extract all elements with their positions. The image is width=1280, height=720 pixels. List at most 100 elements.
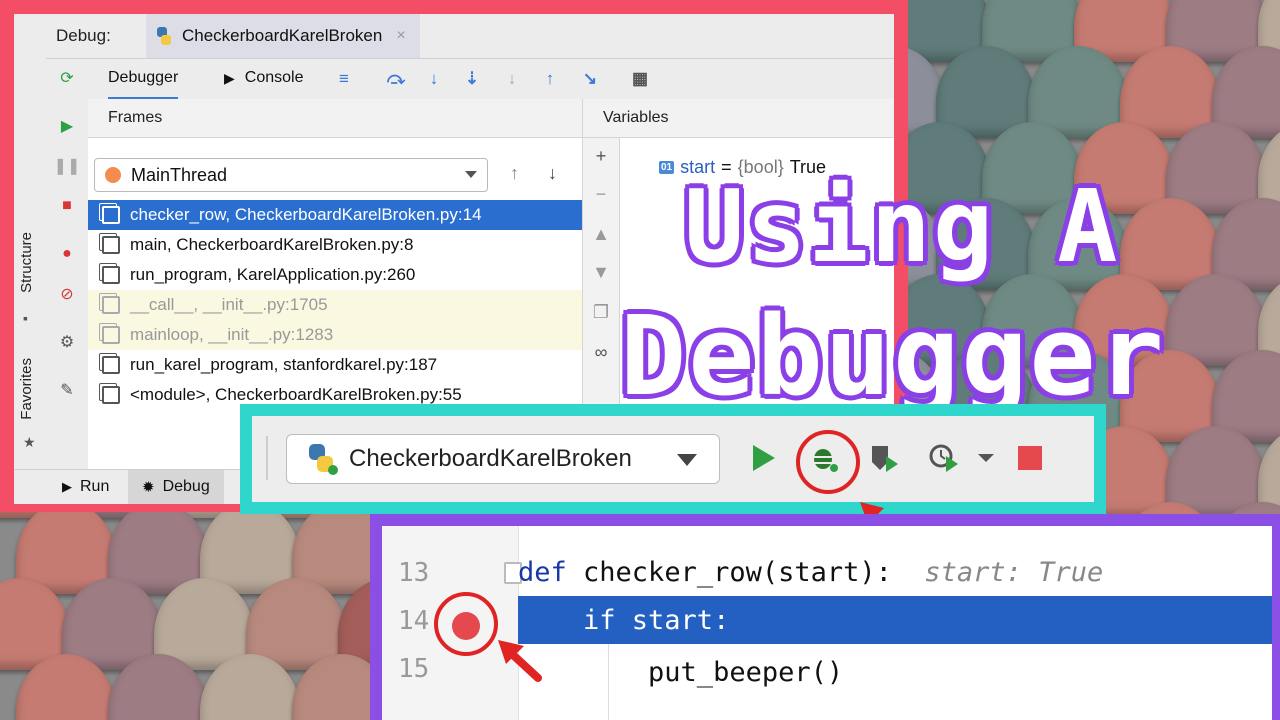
debug-button-highlight-circle: [796, 430, 860, 494]
step-over-icon[interactable]: ⤼: [384, 67, 408, 91]
code-editor-callout: 13 14 15 def checker_row(start): start: …: [370, 514, 1280, 720]
evaluate-expression-icon[interactable]: ▦: [628, 67, 652, 91]
code-text: put_beeper(): [518, 656, 844, 688]
run-configuration-select[interactable]: CheckerboardKarelBroken: [286, 434, 720, 484]
glasses-icon[interactable]: ∞: [591, 342, 611, 363]
step-out-icon[interactable]: ↑: [538, 67, 562, 91]
structure-tab[interactable]: Structure: [18, 232, 35, 293]
tab-run-label: Run: [80, 478, 110, 495]
move-down-icon[interactable]: ▼: [591, 262, 611, 283]
tab-debug-label: Debug: [162, 478, 210, 495]
line-number: 13: [398, 558, 430, 588]
debug-label: Debug:: [56, 26, 111, 45]
pin-icon[interactable]: ✎: [56, 379, 78, 401]
arrow-up-icon[interactable]: ↑: [510, 163, 519, 184]
frame-item[interactable]: run_program, KarelApplication.py:260: [88, 260, 582, 290]
frame-label: <module>, CheckerboardKarelBroken.py:55: [130, 385, 462, 404]
line-number: 15: [398, 654, 430, 684]
thread-status-icon: [105, 167, 121, 183]
indent-guide: [608, 644, 609, 720]
structure-icon: ▪: [23, 310, 28, 326]
step-into-icon[interactable]: ↓: [422, 67, 446, 91]
tab-debugger[interactable]: Debugger: [108, 59, 179, 100]
variables-header: Variables: [583, 99, 894, 138]
chevron-down-icon: [677, 454, 697, 466]
run-toolbar-callout: CheckerboardKarelBroken: [240, 404, 1106, 514]
frame-label: main, CheckerboardKarelBroken.py:8: [130, 235, 414, 254]
settings-gear-icon[interactable]: ⚙: [56, 331, 78, 353]
move-up-icon[interactable]: ▲: [591, 224, 611, 245]
debug-action-toolbar: ⟳ ▶ ❚❚ ■ ● ⊘ ⚙ ✎: [46, 59, 89, 470]
run-icon: ▶: [62, 479, 72, 494]
frame-icon: [102, 206, 120, 224]
add-watch-icon[interactable]: +: [591, 146, 611, 167]
coverage-icon: [872, 446, 898, 472]
chevron-down-icon: [465, 171, 477, 178]
bug-icon: ✹: [142, 479, 155, 496]
tab-console[interactable]: ▶ Console: [224, 59, 303, 97]
frame-label: __call__, __init__.py:1705: [130, 295, 328, 314]
frame-label: run_karel_program, stanfordkarel.py:187: [130, 355, 438, 374]
frame-icon: [102, 386, 120, 404]
stop-icon: [1018, 446, 1042, 470]
remove-watch-icon[interactable]: −: [591, 184, 611, 205]
console-icon: ▶: [224, 69, 235, 86]
run-button[interactable]: [748, 442, 780, 474]
arrow-down-icon[interactable]: ↓: [548, 163, 557, 184]
frame-item[interactable]: __call__, __init__.py:1705: [88, 290, 582, 320]
code-line[interactable]: put_beeper(): [518, 648, 1272, 696]
tab-debugger-label: Debugger: [108, 69, 179, 86]
toolbar-divider: [266, 436, 268, 480]
show-execution-point-icon[interactable]: ≡: [332, 67, 356, 91]
debug-titlebar: Debug: CheckerboardKarelBroken ×: [46, 14, 894, 59]
frame-icon: [102, 356, 120, 374]
run-to-cursor-icon[interactable]: ↘: [578, 67, 602, 91]
rerun-icon[interactable]: ⟳: [56, 67, 78, 89]
code-line[interactable]: def checker_row(start): start: True: [518, 548, 1272, 596]
chevron-down-icon: [978, 454, 994, 462]
frame-item[interactable]: checker_row, CheckerboardKarelBroken.py:…: [88, 200, 582, 230]
title-line-2: Debugger: [620, 292, 1166, 420]
run-toolbar: CheckerboardKarelBroken: [252, 416, 1094, 502]
view-breakpoints-icon[interactable]: ●: [56, 243, 78, 265]
breakpoint-highlight-circle: [434, 592, 498, 656]
frame-label: run_program, KarelApplication.py:260: [130, 265, 416, 284]
python-icon: [309, 444, 338, 475]
tab-run[interactable]: ▶ Run: [48, 470, 123, 504]
frame-label: mainloop, __init__.py:1283: [130, 325, 334, 344]
line-number: 14: [398, 606, 430, 636]
code-line-current-execution[interactable]: if start:: [518, 596, 1272, 644]
frame-label: checker_row, CheckerboardKarelBroken.py:…: [130, 205, 482, 224]
title-line-1: Using A: [684, 168, 1120, 285]
run-with-coverage-button[interactable]: [868, 442, 900, 474]
inline-debug-hint: start: True: [891, 556, 1104, 588]
frame-item[interactable]: run_karel_program, stanfordkarel.py:187: [88, 350, 582, 380]
thread-name: MainThread: [131, 164, 228, 185]
step-into-my-code-icon[interactable]: ⇣: [460, 67, 484, 91]
frame-icon: [102, 236, 120, 254]
frame-item[interactable]: mainloop, __init__.py:1283: [88, 320, 582, 350]
code-keyword: def: [518, 556, 567, 588]
play-icon: [753, 445, 775, 471]
code-text: if start:: [518, 604, 730, 636]
run-config-tab-label: CheckerboardKarelBroken: [182, 26, 383, 45]
frame-item[interactable]: main, CheckerboardKarelBroken.py:8: [88, 230, 582, 260]
stop-icon[interactable]: ■: [56, 195, 78, 217]
force-step-into-icon[interactable]: ↓: [500, 67, 524, 91]
stop-button[interactable]: [1014, 442, 1046, 474]
close-icon[interactable]: ×: [396, 27, 405, 45]
profiler-icon: [929, 444, 958, 472]
run-config-tab[interactable]: CheckerboardKarelBroken ×: [146, 14, 420, 58]
frames-header: Frames: [88, 99, 582, 138]
pause-icon[interactable]: ❚❚: [54, 155, 81, 177]
side-tool-strip: Structure ▪ Favorites ★: [14, 14, 47, 470]
profile-button[interactable]: [928, 442, 960, 474]
more-run-options-button[interactable]: [970, 442, 1002, 474]
resume-icon[interactable]: ▶: [56, 115, 78, 137]
favorites-tab[interactable]: Favorites: [18, 358, 35, 420]
mute-breakpoints-icon[interactable]: ⊘: [56, 283, 78, 305]
tab-debug[interactable]: ✹ Debug: [128, 470, 224, 504]
thread-select[interactable]: MainThread: [94, 158, 488, 192]
copy-icon[interactable]: ❐: [591, 302, 611, 323]
star-icon: ★: [23, 434, 36, 450]
